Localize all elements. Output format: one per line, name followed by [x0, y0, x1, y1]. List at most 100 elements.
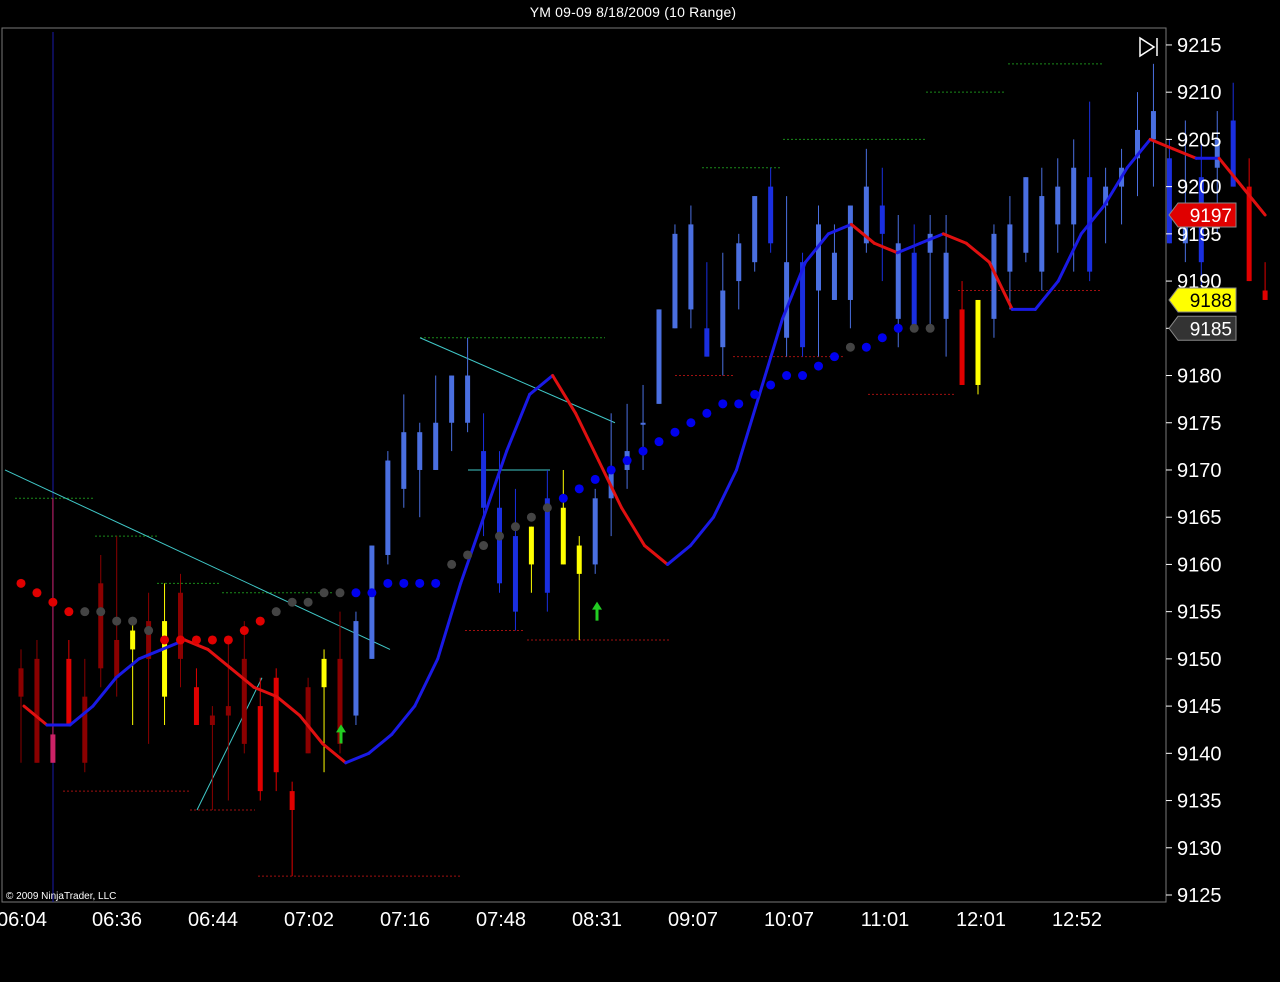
stop-dot	[798, 371, 808, 381]
candle-body	[927, 233, 933, 253]
stop-dot	[383, 578, 393, 588]
candle-body	[130, 630, 136, 650]
candle	[544, 469, 550, 612]
candle	[911, 224, 917, 329]
candle-body	[66, 658, 72, 725]
ma-segment	[712, 468, 738, 519]
stop-dot	[271, 607, 281, 617]
stop-dot	[80, 607, 90, 617]
candle	[178, 573, 183, 688]
candle-body	[975, 299, 981, 385]
candle-body	[1055, 186, 1061, 225]
stop-dot	[32, 588, 42, 598]
candle	[1055, 158, 1061, 253]
stop-dot	[479, 541, 489, 551]
candle-body	[688, 224, 694, 310]
stop-dot	[495, 531, 504, 541]
stop-dot	[96, 607, 106, 617]
stop-dot	[766, 380, 776, 390]
candle-body	[704, 328, 710, 357]
stop-dot	[638, 446, 648, 456]
scroll-end-icon[interactable]	[1139, 36, 1158, 58]
stop-dot	[287, 597, 297, 607]
buy-arrow-icon	[592, 601, 602, 621]
plot-border	[1, 27, 1167, 903]
stop-dot	[48, 597, 58, 607]
candle	[1135, 92, 1140, 197]
candle-body	[768, 186, 774, 244]
candle-body	[1007, 224, 1013, 272]
candle-body	[592, 498, 598, 565]
candle-body	[784, 262, 790, 338]
ma-segment	[1217, 156, 1244, 189]
y-tick-label: 9215	[1177, 35, 1222, 57]
candle-body	[289, 791, 295, 810]
ma-segment	[551, 374, 578, 415]
candle	[273, 668, 279, 792]
stop-dot	[415, 578, 425, 588]
candle-body	[847, 205, 853, 300]
y-tick-label: 9130	[1177, 838, 1222, 860]
candle	[257, 677, 263, 801]
stop-dot	[590, 474, 600, 484]
candle	[991, 224, 997, 338]
y-tick-label: 9145	[1177, 696, 1222, 718]
stop-dot	[654, 437, 664, 447]
candle	[736, 233, 742, 310]
candle-body	[1023, 177, 1029, 253]
chart-frame	[1, 27, 1167, 903]
ma-segment	[321, 742, 348, 765]
candle	[66, 639, 72, 725]
price-marker-label: 9185	[1190, 319, 1232, 340]
stop-dot	[223, 635, 233, 645]
candle	[608, 413, 614, 537]
ma-segment	[206, 647, 233, 670]
candle	[959, 281, 965, 385]
candle-body	[225, 706, 231, 716]
stop-dot	[829, 352, 839, 362]
candle-body	[193, 687, 199, 725]
stop-dot	[574, 484, 584, 494]
candle-body	[114, 639, 120, 678]
stop-dot	[335, 588, 345, 598]
price-marker-label: 9188	[1190, 291, 1232, 312]
candle-body	[528, 526, 534, 565]
price-marker: 9188	[1168, 287, 1237, 313]
candle	[465, 337, 471, 433]
ma-segment	[436, 581, 463, 661]
candle-body	[178, 592, 183, 659]
y-tick-label: 9160	[1177, 554, 1222, 576]
candles	[18, 63, 1268, 877]
candle	[688, 205, 694, 329]
ma-segment	[413, 657, 440, 708]
candle-body	[433, 422, 439, 470]
candle-body	[449, 375, 455, 423]
candle	[209, 706, 215, 810]
stop-dot	[686, 418, 696, 428]
candle	[1150, 63, 1156, 187]
stop-dot	[702, 408, 712, 418]
candle-body	[497, 507, 502, 584]
stop-dot	[255, 616, 265, 626]
candle-body	[736, 243, 742, 282]
stop-dot	[845, 342, 855, 352]
candle-body	[1246, 186, 1252, 282]
stop-dot	[526, 512, 536, 522]
candle	[1119, 148, 1125, 225]
ma-segment	[1033, 279, 1060, 311]
candle-body	[209, 715, 215, 725]
candle-body	[656, 309, 662, 404]
y-tick-label: 9135	[1177, 791, 1222, 813]
stop-dot	[176, 635, 185, 645]
candle	[1023, 177, 1029, 263]
x-tick-label: 12:01	[956, 909, 1006, 931]
stop-dot	[463, 550, 473, 560]
price-chart[interactable]: 9125 9130 9135 9140 9145 9150 9155 9160 9165 9170…	[0, 0, 1280, 982]
candle-body	[305, 687, 311, 754]
ma-segment	[68, 704, 95, 727]
candle	[784, 196, 790, 357]
candle	[305, 677, 311, 754]
candle	[512, 488, 518, 631]
candle-body	[18, 668, 24, 697]
ma-segment	[574, 411, 601, 463]
